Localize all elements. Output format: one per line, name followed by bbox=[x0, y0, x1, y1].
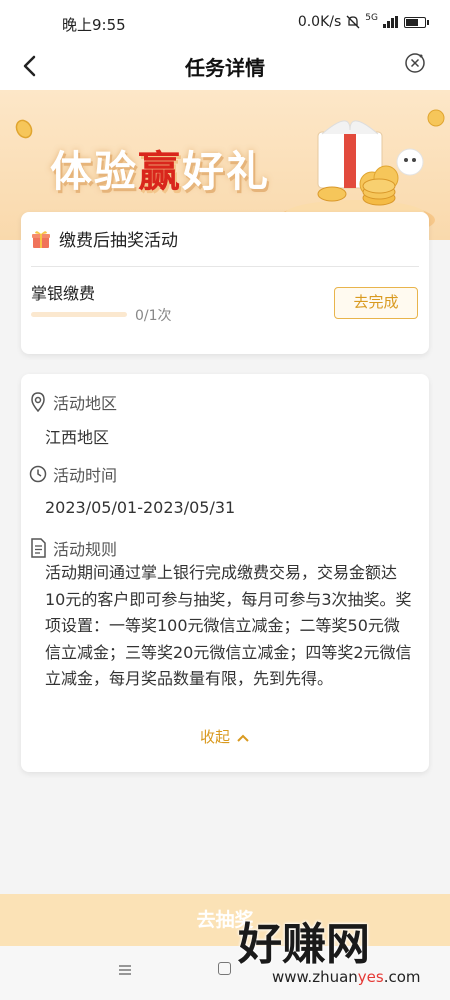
clock-icon bbox=[29, 465, 47, 483]
task-card: 缴费后抽奖活动 掌银缴费 0/1次 去完成 bbox=[21, 212, 429, 354]
battery-icon bbox=[404, 16, 429, 28]
close-circle-icon[interactable] bbox=[404, 52, 426, 74]
task-header: 缴费后抽奖活动 bbox=[31, 226, 178, 251]
go-complete-button[interactable]: 去完成 bbox=[334, 287, 418, 319]
region-heading: 活动地区 bbox=[29, 390, 117, 414]
status-time: 晚上9:55 bbox=[62, 16, 126, 34]
status-bar: 晚上9:55 0.0K/s 5G bbox=[0, 0, 450, 44]
location-pin-icon bbox=[31, 392, 45, 412]
activity-info-card: 活动地区 江西地区 活动时间 2023/05/01-2023/05/31 活动规… bbox=[21, 374, 429, 772]
home-icon[interactable] bbox=[218, 962, 231, 975]
network-type: 5G bbox=[365, 13, 378, 23]
menu-icon[interactable] bbox=[118, 964, 132, 976]
watermark-url: www.zhuanyes.com bbox=[272, 968, 421, 986]
status-icons: 0.0K/s 5G bbox=[297, 13, 429, 30]
region-value: 江西地区 bbox=[45, 428, 110, 447]
banner-title: 体验赢好礼 bbox=[50, 147, 271, 196]
gift-icon bbox=[32, 230, 50, 248]
region-label: 活动地区 bbox=[53, 394, 118, 413]
site-watermark: 好赚网 bbox=[238, 919, 370, 970]
rules-label: 活动规则 bbox=[53, 540, 118, 559]
collapse-label: 收起 bbox=[199, 728, 230, 746]
nav-bar: 任务详情 bbox=[0, 44, 450, 90]
task-progress-text: 0/1次 bbox=[135, 308, 172, 324]
page-title: 任务详情 bbox=[185, 56, 265, 80]
signal-icon bbox=[383, 16, 398, 28]
time-heading: 活动时间 bbox=[29, 462, 117, 486]
chevron-up-icon bbox=[237, 734, 249, 742]
task-header-title: 缴费后抽奖活动 bbox=[59, 231, 178, 251]
collapse-button[interactable]: 收起 bbox=[21, 726, 429, 747]
task-progress-bar bbox=[31, 312, 127, 317]
rules-text: 活动期间通过掌上银行完成缴费交易，交易金额达10元的客户即可参与抽奖，每月可参与… bbox=[45, 563, 412, 688]
go-draw-button[interactable]: 去抽奖 bbox=[0, 894, 450, 946]
rules-heading: 活动规则 bbox=[29, 536, 117, 560]
mute-bell-icon bbox=[346, 15, 360, 29]
divider bbox=[31, 266, 419, 267]
net-speed: 0.0K/s bbox=[297, 14, 342, 30]
document-icon bbox=[31, 538, 46, 558]
task-name: 掌银缴费 bbox=[31, 284, 96, 303]
time-label: 活动时间 bbox=[53, 466, 118, 485]
time-value: 2023/05/01-2023/05/31 bbox=[45, 498, 236, 517]
coin-icon bbox=[15, 119, 33, 139]
